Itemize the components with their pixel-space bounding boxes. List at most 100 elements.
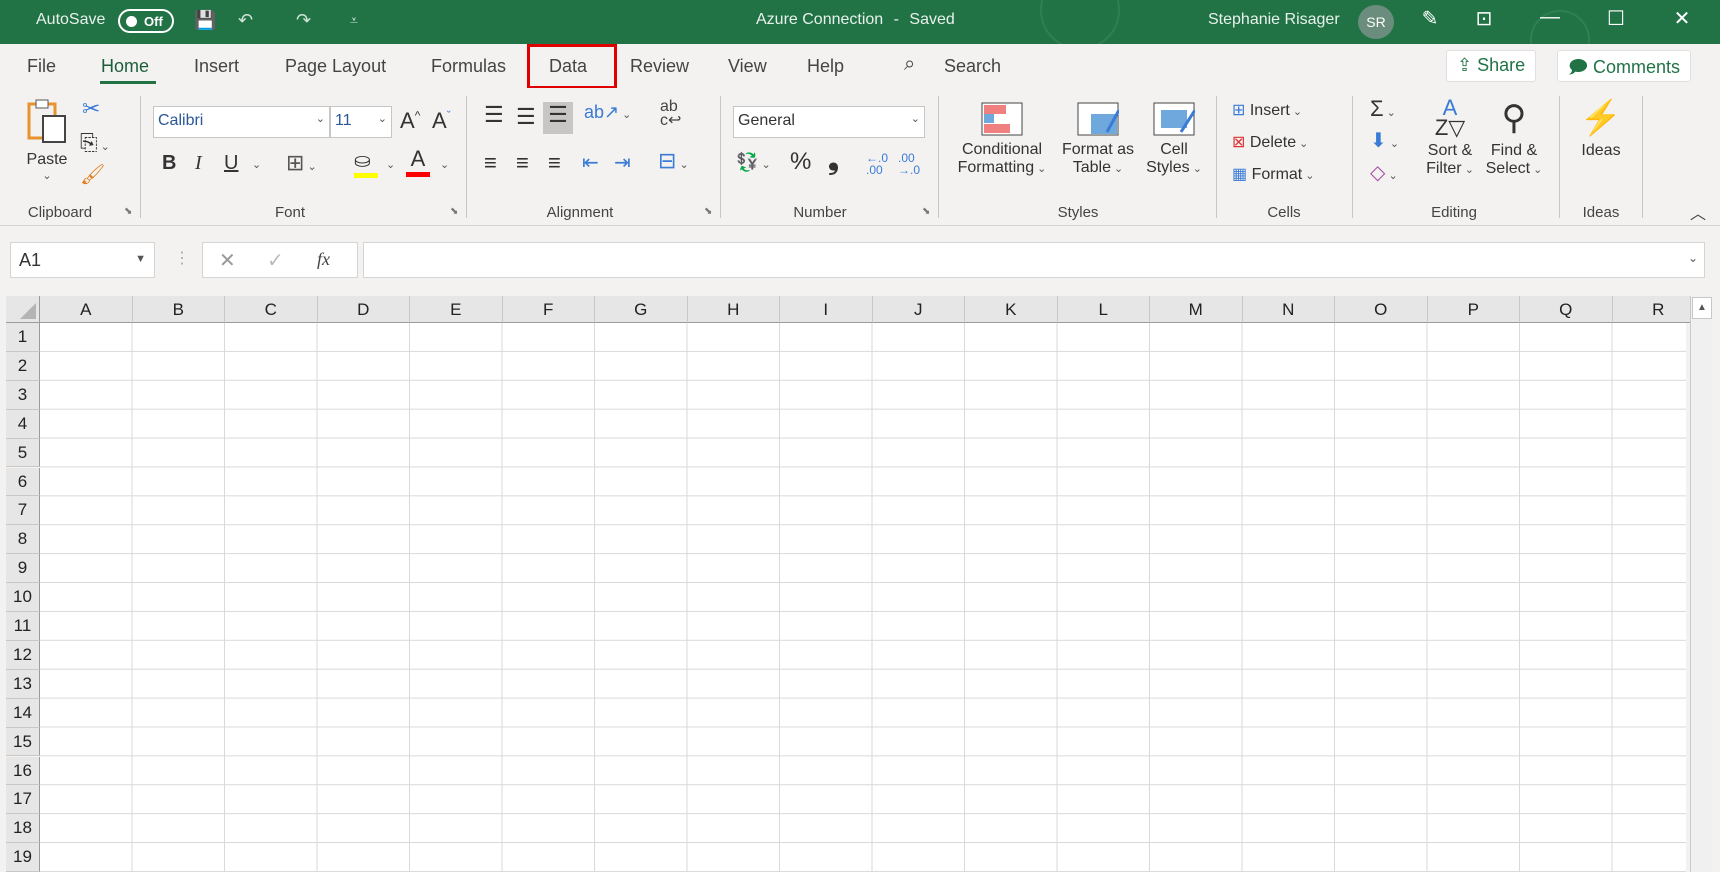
copy-icon[interactable]: ⎘ ⌄ [80, 130, 110, 156]
customize-toolbar-icon[interactable]: ⩡ [350, 12, 358, 29]
row-header-18[interactable]: 18 [6, 814, 40, 844]
column-header-m[interactable]: M [1150, 296, 1243, 323]
underline-button[interactable]: U [224, 152, 238, 175]
insert-cells-button[interactable]: ⊞ Insert ⌄ [1232, 100, 1302, 120]
minimize-button[interactable]: — [1530, 6, 1570, 29]
row-header-15[interactable]: 15 [6, 727, 40, 757]
column-header-f[interactable]: F [502, 296, 595, 323]
increase-indent-icon[interactable]: ⇥ [614, 150, 631, 175]
scroll-up-button[interactable]: ▲ [1692, 297, 1712, 319]
column-header-o[interactable]: O [1335, 296, 1428, 323]
tab-review[interactable]: Review [630, 56, 689, 77]
column-header-e[interactable]: E [410, 296, 503, 323]
row-header-5[interactable]: 5 [6, 438, 40, 468]
increase-decimal-button[interactable]: ←.0.00 [866, 152, 888, 176]
row-header-14[interactable]: 14 [6, 698, 40, 728]
cell-area[interactable] [40, 323, 1686, 872]
shrink-font-button[interactable]: Aˇ [432, 108, 451, 134]
row-header-8[interactable]: 8 [6, 525, 40, 555]
enter-icon[interactable]: ✓ [267, 248, 284, 273]
coauthor-icon[interactable]: ✎ [1410, 6, 1450, 31]
row-header-12[interactable]: 12 [6, 640, 40, 670]
column-header-i[interactable]: I [780, 296, 873, 323]
row-header-7[interactable]: 7 [6, 496, 40, 526]
column-header-h[interactable]: H [687, 296, 780, 323]
tab-view[interactable]: View [728, 56, 767, 77]
orientation-icon[interactable]: ab↗ ⌄ [584, 102, 631, 123]
row-header-13[interactable]: 13 [6, 669, 40, 699]
save-icon[interactable]: 💾 [194, 10, 216, 31]
row-header-6[interactable]: 6 [6, 467, 40, 497]
font-name-combo[interactable]: Calibri ⌄ [153, 106, 330, 138]
italic-button[interactable]: I [195, 152, 202, 175]
fill-color-dropdown[interactable]: ⌄ [386, 158, 395, 171]
tab-formulas[interactable]: Formulas [431, 56, 506, 77]
font-size-combo[interactable]: 11 ⌄ [330, 106, 392, 138]
select-all-button[interactable] [6, 296, 40, 323]
column-header-k[interactable]: K [965, 296, 1058, 323]
format-painter-icon[interactable]: 🖌 [80, 162, 105, 187]
search-box[interactable]: Search [944, 56, 1001, 77]
decrease-indent-icon[interactable]: ⇤ [582, 150, 599, 175]
avatar[interactable]: SR [1358, 5, 1394, 39]
tab-file[interactable]: File [27, 56, 56, 77]
row-header-3[interactable]: 3 [6, 380, 40, 410]
align-right-icon[interactable]: ≡ [548, 150, 561, 176]
close-button[interactable]: ✕ [1662, 6, 1702, 31]
column-header-j[interactable]: J [872, 296, 965, 323]
number-launcher-icon[interactable]: ⬊ [922, 206, 930, 217]
ideas-button[interactable]: ⚡ Ideas [1572, 98, 1630, 160]
insert-function-icon[interactable]: fx [317, 249, 330, 270]
autosave-toggle[interactable]: Off [118, 9, 174, 33]
format-cells-button[interactable]: ▦ Format ⌄ [1232, 164, 1315, 184]
undo-icon[interactable]: ↶ [238, 10, 253, 31]
middle-align-icon[interactable]: ☰ [516, 104, 536, 130]
user-name[interactable]: Stephanie Risager [1208, 11, 1340, 29]
font-color-button[interactable]: A [406, 146, 430, 177]
tab-help[interactable]: Help [807, 56, 844, 77]
row-header-2[interactable]: 2 [6, 351, 40, 381]
top-align-icon[interactable]: ☰ [484, 102, 504, 128]
merge-center-icon[interactable]: ⊟ ⌄ [658, 148, 689, 174]
number-format-combo[interactable]: General ⌄ [733, 106, 925, 138]
fill-icon[interactable]: ⬇ ⌄ [1370, 128, 1399, 153]
cancel-icon[interactable]: ✕ [219, 248, 236, 273]
cut-icon[interactable]: ✂ [82, 96, 100, 122]
borders-icon[interactable]: ⊞ ⌄ [286, 150, 317, 176]
comma-button[interactable]: ❟ [828, 144, 839, 177]
name-box[interactable]: A1 ▼ [10, 242, 155, 278]
alignment-launcher-icon[interactable]: ⬊ [704, 206, 712, 217]
tab-home[interactable]: Home [101, 56, 149, 77]
font-launcher-icon[interactable]: ⬊ [450, 206, 458, 217]
wrap-text-icon[interactable]: ab c↩ [660, 99, 681, 129]
cell-styles-button[interactable]: Cell Styles ⌄ [1138, 102, 1210, 177]
format-as-table-button[interactable]: Format as Table ⌄ [1056, 102, 1140, 177]
share-button[interactable]: ⇪ Share [1446, 50, 1537, 82]
ribbon-display-icon[interactable]: ⊡ [1464, 6, 1504, 31]
column-header-n[interactable]: N [1242, 296, 1335, 323]
column-header-c[interactable]: C [225, 296, 318, 323]
conditional-formatting-button[interactable]: Conditional Formatting ⌄ [948, 102, 1056, 177]
align-left-icon[interactable]: ≡ [484, 150, 497, 176]
comments-button[interactable]: 🗩 Comments [1557, 50, 1692, 82]
sort-filter-button[interactable]: A Z▽ Sort & Filter ⌄ [1418, 97, 1482, 178]
tab-page-layout[interactable]: Page Layout [285, 56, 386, 77]
column-header-d[interactable]: D [317, 296, 410, 323]
row-header-1[interactable]: 1 [6, 323, 40, 352]
paste-button[interactable]: Paste ⌄ [22, 98, 72, 182]
row-header-4[interactable]: 4 [6, 409, 40, 439]
row-header-11[interactable]: 11 [6, 612, 40, 641]
vertical-scrollbar[interactable]: ▲ [1690, 296, 1712, 872]
column-header-q[interactable]: Q [1520, 296, 1613, 323]
row-header-10[interactable]: 10 [6, 583, 40, 612]
column-header-l[interactable]: L [1057, 296, 1150, 323]
clear-icon[interactable]: ◇ ⌄ [1370, 160, 1398, 185]
grow-font-button[interactable]: A^ [400, 108, 420, 134]
search-icon[interactable]: ⌕ [904, 53, 915, 76]
fill-color-button[interactable]: ⛀ [354, 148, 378, 178]
align-center-icon[interactable]: ≡ [516, 150, 529, 176]
row-header-9[interactable]: 9 [6, 554, 40, 584]
accounting-format-icon[interactable]: 💱 ⌄ [736, 152, 771, 173]
column-header-p[interactable]: P [1427, 296, 1520, 323]
column-header-g[interactable]: G [595, 296, 688, 323]
